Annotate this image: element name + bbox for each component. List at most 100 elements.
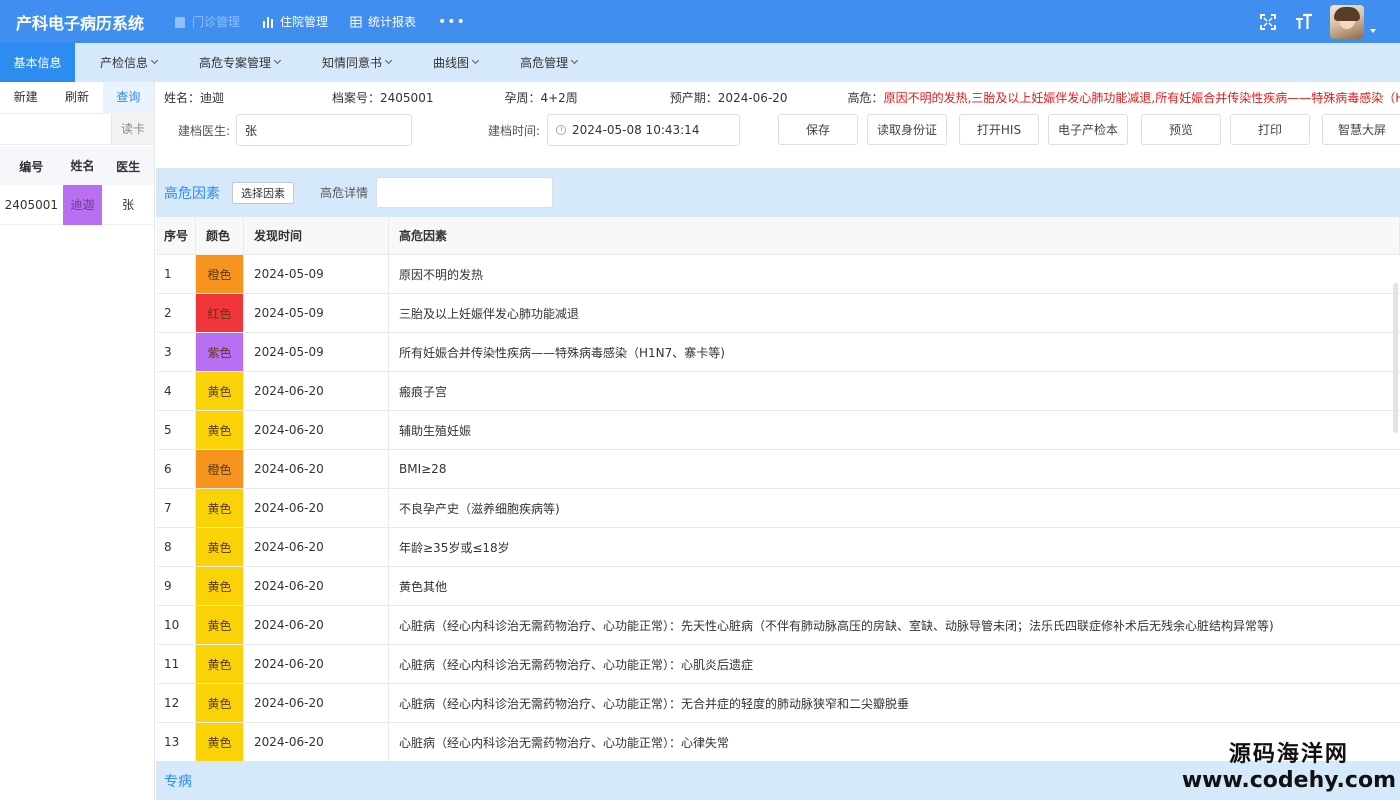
found-date: 2024-06-20 [244, 723, 389, 761]
query-button[interactable]: 查询 [102, 82, 154, 113]
table-row[interactable]: 2 红色 2024-05-09 三胎及以上妊娠伴发心肺功能减退 [156, 294, 1400, 333]
col-name: 姓名 [70, 159, 95, 173]
tab-curve-label: 曲线图 [433, 56, 470, 70]
risk-factor: 瘢痕子宫 [399, 384, 448, 399]
more-menu-icon[interactable]: ••• [438, 14, 466, 30]
risk-factor: 不良孕产史（滋养细胞疾病等) [399, 501, 560, 516]
font-size-icon[interactable] [1294, 12, 1314, 32]
risk-detail-input[interactable] [376, 177, 554, 208]
smart-screen-button[interactable]: 智慧大屏 [1322, 114, 1400, 145]
nav-inpatient[interactable]: 住院管理 [262, 13, 328, 30]
table-row[interactable]: 3 紫色 2024-05-09 所有妊娠合并传染性疾病——特殊病毒感染（H1N7、寨卡… [156, 333, 1400, 372]
archive-time-field[interactable]: 2024-05-08 10:43:14 [547, 114, 740, 146]
high-risk-summary: 原因不明的发热,三胎及以上妊娠伴发心肺功能减退,所有妊娠合并传染性疾病——特殊病… [883, 91, 1400, 105]
nav-outpatient-label: 门诊管理 [192, 15, 241, 29]
risk-factor: 三胎及以上妊娠伴发心肺功能减退 [399, 306, 580, 321]
open-his-button[interactable]: 打开HIS [959, 114, 1039, 145]
risk-factor: 辅助生殖妊娠 [399, 423, 472, 438]
row-number: 4 [156, 372, 196, 410]
color-level-cell: 紫色 [196, 333, 244, 371]
col-id: 编号 [19, 159, 44, 174]
patient-info-bar: 姓名：迪迦 档案号：2405001 孕周：4+2周 预产期：2024-06-20… [156, 82, 1400, 113]
watermark-line-2: www.codehy.com [1181, 768, 1396, 793]
color-level-cell: 橙色 [196, 450, 244, 488]
col-factor: 高危因素 [389, 216, 1400, 255]
risk-factor: 黄色其他 [399, 579, 448, 594]
preview-button[interactable]: 预览 [1141, 114, 1221, 145]
found-date: 2024-05-09 [244, 294, 389, 332]
risk-factor: 年龄≥35岁或≤18岁 [399, 540, 510, 555]
user-avatar[interactable] [1330, 4, 1364, 39]
nav-outpatient[interactable]: 门诊管理 [174, 13, 240, 30]
gestational-week-info: 孕周：4+2周 [504, 91, 578, 105]
risk-detail-label: 高危详情 [320, 186, 369, 200]
top-nav: 门诊管理 住院管理 统计报表 ••• [174, 13, 466, 30]
chevron-down-icon [273, 56, 282, 65]
due-date-info: 预产期：2024-06-20 [669, 91, 788, 105]
table-row[interactable]: 4 黄色 2024-06-20 瘢痕子宫 [156, 372, 1400, 411]
nav-statistics-label: 统计报表 [368, 15, 417, 29]
found-date: 2024-06-20 [244, 450, 389, 488]
row-number: 1 [156, 255, 196, 293]
tab-highrisk-case[interactable]: 高危专案管理 [187, 43, 292, 82]
patient-table-header: 编号 姓名 医生 [0, 147, 154, 185]
table-row[interactable]: 9 黄色 2024-06-20 黄色其他 [156, 567, 1400, 606]
tab-highrisk-case-label: 高危专案管理 [199, 56, 272, 70]
found-date: 2024-06-20 [244, 645, 389, 683]
row-number: 7 [156, 489, 196, 527]
table-row[interactable]: 6 橙色 2024-06-20 BMI≥28 [156, 450, 1400, 489]
print-button[interactable]: 打印 [1230, 114, 1310, 145]
risk-factor: 心脏病（经心内科诊治无需药物治疗、心功能正常）：心肌炎后遗症 [399, 657, 754, 672]
patient-doctor: 张 [122, 198, 135, 212]
table-row[interactable]: 8 黄色 2024-06-20 年龄≥35岁或≤18岁 [156, 528, 1400, 567]
app-title: 产科电子病历系统 [16, 13, 145, 33]
table-row[interactable]: 11 黄色 2024-06-20 心脏病（经心内科诊治无需药物治疗、心功能正常）：心肌… [156, 645, 1400, 684]
search-row: 读卡 [0, 113, 154, 145]
archive-time-label: 建档时间: [488, 124, 541, 138]
avatar-dropdown-icon[interactable] [1370, 28, 1376, 33]
nav-statistics[interactable]: 统计报表 [350, 13, 416, 30]
row-number: 3 [156, 333, 196, 371]
save-button[interactable]: 保存 [778, 114, 858, 145]
high-risk-label: 高危： [847, 91, 884, 105]
patient-name-info: 姓名：迪迦 [164, 91, 225, 105]
tab-consent-label: 知情同意书 [322, 56, 383, 70]
color-level-cell: 红色 [196, 294, 244, 332]
row-number: 11 [156, 645, 196, 683]
search-input[interactable] [0, 114, 111, 144]
bar-chart-icon [262, 16, 274, 28]
fullscreen-icon[interactable] [1258, 12, 1278, 32]
color-level-cell: 黄色 [196, 372, 244, 410]
color-level-cell: 黄色 [196, 489, 244, 527]
tab-consent[interactable]: 知情同意书 [310, 43, 403, 82]
table-row[interactable]: 10 黄色 2024-06-20 心脏病（经心内科诊治无需药物治疗、心功能正常）：先天… [156, 606, 1400, 645]
tab-basic-info[interactable]: 基本信息 [0, 43, 75, 82]
tab-prenatal[interactable]: 产检信息 [88, 43, 169, 82]
color-level-cell: 黄色 [196, 684, 244, 722]
chevron-down-icon [472, 56, 480, 65]
module-tabs: 基本信息 产检信息 高危专案管理 知情同意书 曲线图 高危管理 [0, 43, 1400, 82]
row-number: 6 [156, 450, 196, 488]
refresh-button[interactable]: 刷新 [51, 82, 102, 113]
read-card-button[interactable]: 读卡 [111, 114, 154, 144]
new-button[interactable]: 新建 [0, 82, 51, 113]
chevron-down-icon [150, 56, 159, 65]
found-date: 2024-06-20 [244, 567, 389, 605]
table-row[interactable]: 2405001 迪迦 张 [0, 184, 154, 225]
tab-highrisk-mgmt[interactable]: 高危管理 [508, 43, 589, 82]
scrollbar-thumb[interactable] [1393, 283, 1398, 433]
tab-prenatal-label: 产检信息 [100, 56, 149, 70]
select-factor-button[interactable]: 选择因素 [232, 181, 294, 204]
risk-factor: BMI≥28 [399, 462, 447, 476]
table-row[interactable]: 1 橙色 2024-05-09 原因不明的发热 [156, 255, 1400, 294]
tab-highrisk-mgmt-label: 高危管理 [520, 56, 569, 70]
tab-curve[interactable]: 曲线图 [421, 43, 490, 82]
doctor-field[interactable]: 张 [236, 114, 412, 146]
table-row[interactable]: 12 黄色 2024-06-20 心脏病（经心内科诊治无需药物治疗、心功能正常）：无合… [156, 684, 1400, 723]
doctor-label: 建档医生: [178, 124, 231, 138]
read-id-card-button[interactable]: 读取身份证 [867, 114, 947, 145]
e-checkup-book-button[interactable]: 电子产检本 [1048, 114, 1128, 145]
table-row[interactable]: 7 黄色 2024-06-20 不良孕产史（滋养细胞疾病等) [156, 489, 1400, 528]
risk-factor: 心脏病（经心内科诊治无需药物治疗、心功能正常）：先天性心脏病（不伴有肺动脉高压的… [399, 618, 1274, 633]
table-row[interactable]: 5 黄色 2024-06-20 辅助生殖妊娠 [156, 411, 1400, 450]
